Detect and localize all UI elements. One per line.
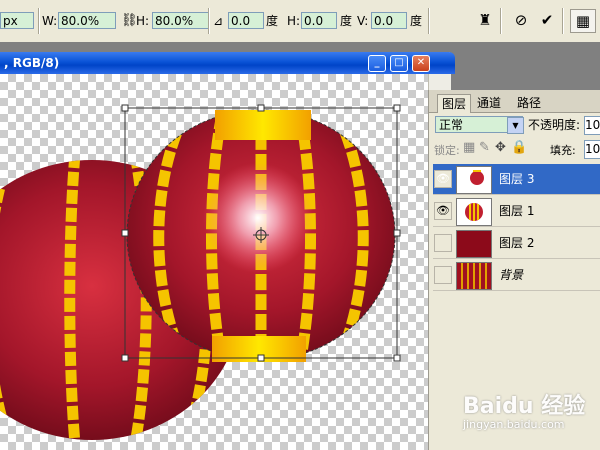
layer-name: 图层 2	[499, 236, 535, 250]
eye-icon[interactable]: 👁	[434, 170, 452, 188]
layer-thumbnail	[456, 198, 492, 226]
layer-thumbnail	[456, 262, 492, 290]
skew-v-field[interactable]: 0.0	[371, 12, 407, 29]
lantern-artwork	[0, 104, 401, 440]
layer-row-background[interactable]: · 背景	[433, 260, 600, 291]
fill-field[interactable]: 100	[584, 140, 600, 159]
palette-well-icon[interactable]: ▦	[570, 9, 596, 33]
rotate-unit: 度	[266, 14, 279, 28]
watermark-url: jingyan.baidu.com	[463, 418, 565, 431]
document-titlebar: , RGB/8) _ □ ✕	[0, 52, 455, 74]
blend-row: 正常 ▼ 不透明度: 100	[429, 114, 600, 136]
transform-options-bar: px W: 80.0% ⛓ H: 80.0% ⊿ 0.0 度 H: 0.0 度 …	[0, 0, 600, 43]
eye-icon[interactable]: ·	[434, 234, 452, 252]
minimize-button[interactable]: _	[368, 55, 386, 72]
layer-thumbnail	[456, 230, 492, 258]
opacity-label: 不透明度:	[528, 118, 581, 132]
layer-row-layer-1[interactable]: 👁 图层 1	[433, 196, 600, 227]
separator	[428, 8, 430, 34]
lock-label: 锁定:	[434, 144, 460, 157]
maximize-button[interactable]: □	[390, 55, 408, 72]
x-unit-field[interactable]: px	[0, 12, 34, 29]
image-canvas[interactable]	[0, 74, 428, 450]
layer-row-layer-3[interactable]: 👁 图层 3	[433, 164, 600, 195]
skew-h-unit: 度	[340, 14, 353, 28]
skew-h-field[interactable]: 0.0	[301, 12, 337, 29]
rotate-icon: ⊿	[213, 14, 224, 28]
layer-name: 图层 1	[499, 204, 535, 218]
layer-row-layer-2[interactable]: · 图层 2	[433, 228, 600, 259]
watermark-logo: Baidu 经验	[463, 394, 586, 419]
separator	[500, 8, 502, 34]
panel-tabs: 图层 通道 路径	[429, 90, 600, 113]
tab-paths[interactable]: 路径	[513, 94, 545, 112]
close-button[interactable]: ✕	[412, 55, 430, 72]
skew-v-unit: 度	[410, 14, 423, 28]
lock-move-icon[interactable]: ✥	[495, 140, 506, 155]
lock-all-icon[interactable]: 🔒	[511, 140, 527, 155]
skew-h-label: H:	[287, 14, 301, 28]
opacity-field[interactable]: 100	[584, 116, 600, 135]
lock-paint-icon[interactable]: ✎	[479, 140, 490, 155]
warp-icon[interactable]: ♜	[474, 9, 496, 31]
tab-layers[interactable]: 图层	[437, 94, 472, 113]
skew-v-label: V:	[357, 14, 369, 28]
height-field[interactable]: 80.0%	[152, 12, 210, 29]
eye-icon[interactable]: ·	[434, 266, 452, 284]
document-title: , RGB/8)	[4, 56, 60, 70]
lock-transparency-icon[interactable]: ▦	[463, 140, 475, 155]
commit-transform-icon[interactable]: ✔	[536, 9, 558, 31]
tab-channels[interactable]: 通道	[473, 94, 505, 112]
chevron-down-icon[interactable]: ▼	[507, 117, 524, 134]
layer-name: 背景	[499, 268, 524, 282]
layers-panel: 图层 通道 路径 正常 ▼ 不透明度: 100 锁定: ▦ ✎ ✥ 🔒 填充: …	[428, 90, 600, 450]
fill-label: 填充:	[550, 144, 576, 157]
cancel-transform-icon[interactable]: ⊘	[510, 9, 532, 31]
eye-icon[interactable]: 👁	[434, 202, 452, 220]
lock-row: 锁定: ▦ ✎ ✥ 🔒 填充: 100	[429, 140, 600, 160]
width-label: W:	[42, 14, 58, 28]
separator	[208, 8, 210, 34]
width-field[interactable]: 80.0%	[58, 12, 116, 29]
layer-name: 图层 3	[499, 172, 535, 186]
separator	[38, 8, 40, 34]
layer-thumbnail	[456, 166, 492, 194]
height-label: H:	[136, 14, 150, 28]
separator	[562, 8, 564, 34]
rotate-field[interactable]: 0.0	[228, 12, 264, 29]
